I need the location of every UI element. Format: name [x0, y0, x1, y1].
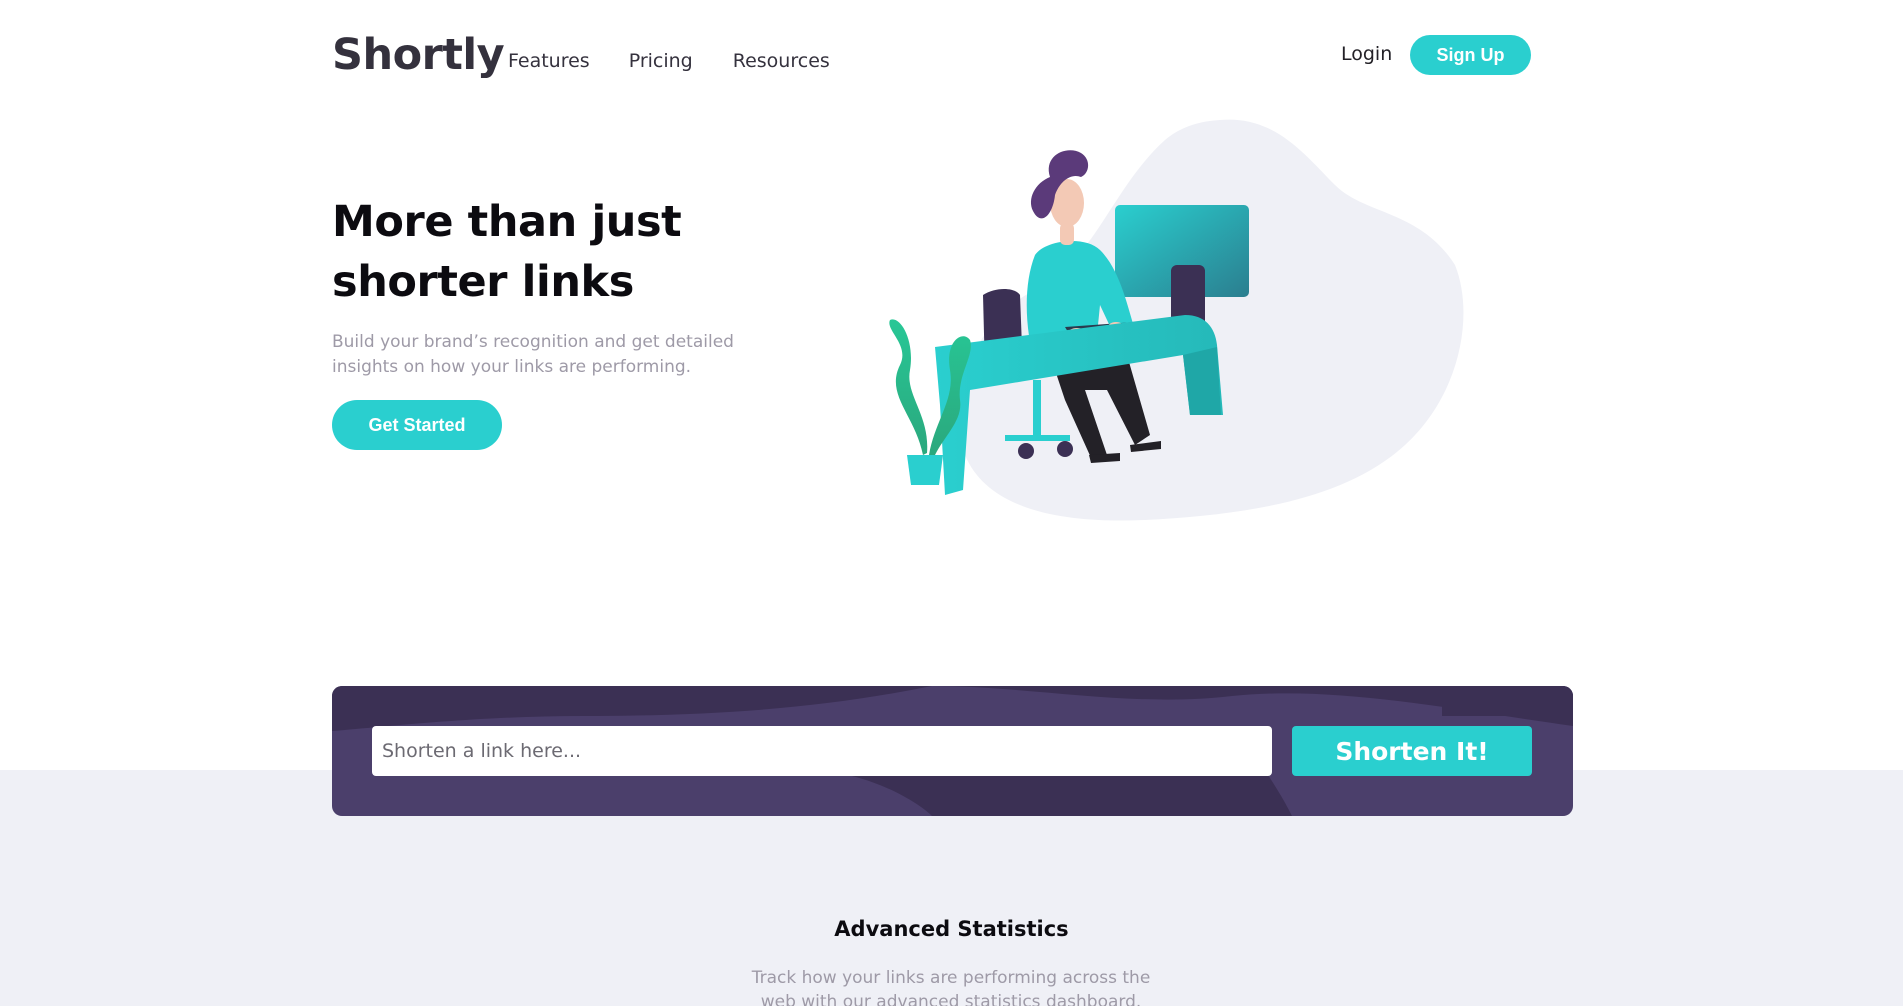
login-link[interactable]: Login — [1341, 43, 1392, 65]
plant-pot — [907, 455, 943, 485]
chair-wheel — [1057, 441, 1073, 457]
stats-title: Advanced Statistics — [834, 917, 1069, 941]
hero-title-line2: shorter links — [332, 257, 634, 307]
nav-resources-link[interactable]: Resources — [733, 50, 830, 72]
shorten-form: Shorten It! — [332, 686, 1573, 816]
logo[interactable]: Shortly — [332, 30, 505, 80]
get-started-button[interactable]: Get Started — [332, 400, 502, 450]
chair-post — [1033, 380, 1041, 435]
nav-pricing-link[interactable]: Pricing — [629, 50, 693, 72]
chair-wheel — [1018, 443, 1034, 459]
nav-features-link[interactable]: Features — [508, 50, 590, 72]
landing-page: Shortly Features Pricing Resources Login… — [0, 0, 1903, 1006]
site-header: Shortly Features Pricing Resources Login… — [332, 28, 1531, 83]
main-nav: Features Pricing Resources — [508, 50, 830, 72]
stats-description: Track how your links are performing acro… — [751, 968, 1151, 1006]
hero-title-line1: More than just — [332, 197, 682, 247]
hero-title: More than just shorter links — [332, 192, 852, 312]
person-working-illustration — [889, 119, 1464, 521]
shorten-it-button[interactable]: Shorten It! — [1292, 726, 1532, 776]
shorten-url-input[interactable] — [372, 726, 1272, 776]
sign-up-button[interactable]: Sign Up — [1410, 35, 1531, 75]
hero-description: Build your brand’s recognition and get d… — [332, 332, 734, 377]
chair-base — [1005, 435, 1070, 441]
